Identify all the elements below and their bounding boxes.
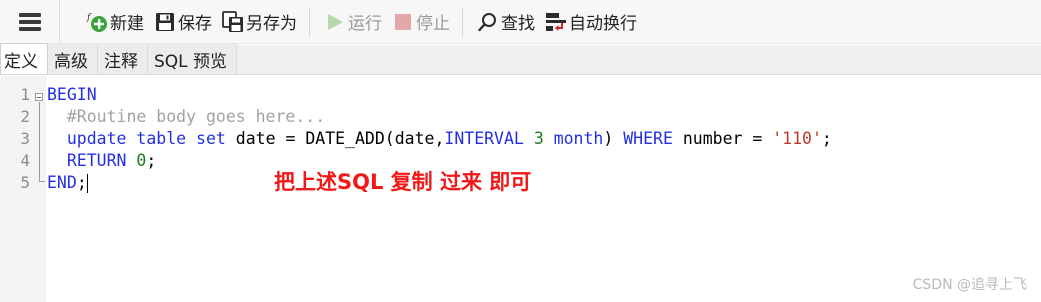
fold-guide (39, 102, 40, 181)
new-label: 新建 (110, 14, 144, 34)
word-wrap-icon (546, 12, 566, 31)
number-literal: 3 (533, 129, 544, 148)
stop-button[interactable]: 停止 (388, 6, 454, 38)
tab-comment[interactable]: 注释 (98, 44, 148, 74)
code-comment: #Routine body goes here... (66, 107, 326, 126)
keyword: month (553, 129, 604, 148)
save-as-button[interactable]: 另存为 (218, 6, 301, 38)
keyword: INTERVAL (444, 129, 524, 148)
word-wrap-label: 自动换行 (569, 14, 637, 34)
code-line: END; (47, 172, 88, 194)
code-editor[interactable]: 1 2 3 4 5 BEGIN #Routine body goes here.… (0, 76, 1041, 302)
code-line: update table set date = DATE_ADD(date,IN… (47, 128, 832, 150)
play-icon (328, 13, 343, 30)
fold-guide-end (39, 181, 45, 182)
code-text: date = DATE_ADD(date, (225, 129, 445, 148)
save-as-label: 另存为 (246, 14, 297, 34)
keyword: table (136, 129, 187, 148)
toolbar-separator (309, 6, 310, 37)
keyword: WHERE (623, 129, 673, 148)
line-number: 3 (20, 129, 30, 148)
save-button[interactable]: 保存 (150, 6, 216, 38)
toolbar: f 新建 保存 另存为 运行 停止 查找 自动换行 (0, 0, 1041, 44)
code-line: RETURN 0; (47, 150, 156, 172)
word-wrap-button[interactable]: 自动换行 (541, 6, 641, 38)
string-literal: '110' (772, 129, 822, 148)
stop-icon (395, 13, 411, 30)
run-button[interactable]: 运行 (320, 6, 386, 38)
keyword: RETURN (66, 151, 127, 170)
save-label: 保存 (178, 14, 212, 34)
find-label: 查找 (501, 14, 535, 34)
stop-label: 停止 (416, 14, 450, 34)
text-cursor (86, 174, 88, 193)
line-number: 1 (20, 85, 30, 104)
new-button[interactable]: f 新建 (82, 6, 148, 38)
watermark: CSDN @追寻上飞 (912, 277, 1027, 293)
instruction-annotation: 把上述SQL 复制 过来 即可 (274, 170, 532, 194)
line-number: 2 (20, 107, 30, 126)
search-icon (478, 12, 496, 31)
tab-bar: 定义 高级 注释 SQL 预览 (0, 43, 1041, 75)
tab-advanced[interactable]: 高级 (48, 44, 98, 74)
toolbar-separator (462, 6, 463, 37)
save-as-icon (222, 10, 243, 32)
save-icon (156, 12, 174, 31)
tab-definition[interactable]: 定义 (0, 43, 48, 74)
keyword: set (196, 129, 226, 148)
code-text: ) (603, 129, 624, 148)
code-line: BEGIN (47, 84, 97, 106)
find-button[interactable]: 查找 (473, 6, 539, 38)
code-text: number = (672, 129, 773, 148)
tab-sql-preview[interactable]: SQL 预览 (148, 44, 238, 74)
keyword-begin: BEGIN (47, 85, 97, 104)
code-text: ; (821, 129, 832, 148)
code-text: ; (146, 151, 157, 170)
line-number: 5 (20, 173, 30, 192)
keyword-end: END (47, 173, 77, 192)
svg-text:f: f (86, 13, 92, 23)
code-text: ; (76, 173, 87, 192)
line-number: 4 (20, 151, 30, 170)
run-label: 运行 (348, 14, 382, 34)
new-function-icon: f (86, 13, 107, 32)
fold-toggle-icon[interactable] (35, 93, 43, 101)
code-line: #Routine body goes here... (47, 106, 325, 128)
menu-icon (18, 12, 41, 31)
hamburger-menu-button[interactable] (0, 0, 60, 44)
number-literal: 0 (136, 151, 147, 170)
keyword: update (66, 129, 127, 148)
